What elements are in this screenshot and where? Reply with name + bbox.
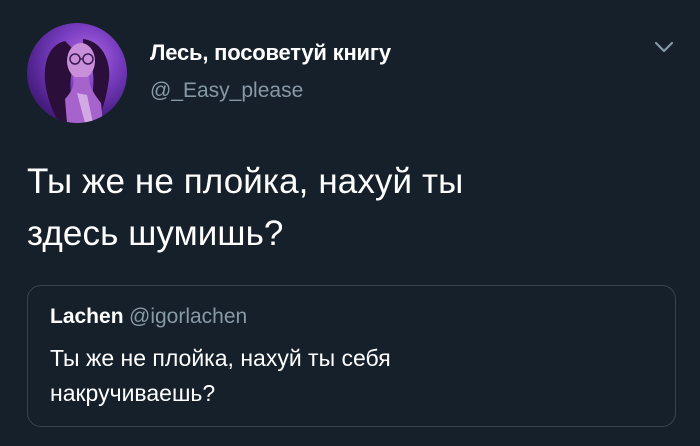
quoted-author-handle: @igorlachen: [129, 305, 248, 328]
author-handle[interactable]: @_Easy_please: [150, 79, 303, 103]
tweet-text: Ты же не плойка, нахуй ты здесь шумишь?: [27, 156, 667, 260]
author-display-name[interactable]: Лесь, посоветуй книгу: [150, 40, 391, 66]
quoted-tweet-card[interactable]: Lachen @igorlachen Ты же не плойка, наху…: [27, 285, 676, 427]
quoted-text-line: накручиваешь?: [50, 380, 216, 406]
user-avatar[interactable]: [27, 23, 127, 123]
tweet-text-line: Ты же не плойка, нахуй ты: [27, 162, 464, 201]
quoted-author-name: Lachen: [50, 305, 124, 328]
avatar-photo-icon: [44, 39, 110, 123]
chevron-down-icon[interactable]: [652, 38, 676, 56]
quoted-text-line: Ты же не плойка, нахуй ты себя: [50, 345, 391, 371]
quoted-tweet-text: Ты же не плойка, нахуй ты себя накручива…: [50, 341, 650, 411]
tweet-text-line: здесь шумишь?: [27, 214, 284, 253]
tweet-card: Лесь, посоветуй книгу @_Easy_please Ты ж…: [0, 0, 700, 446]
